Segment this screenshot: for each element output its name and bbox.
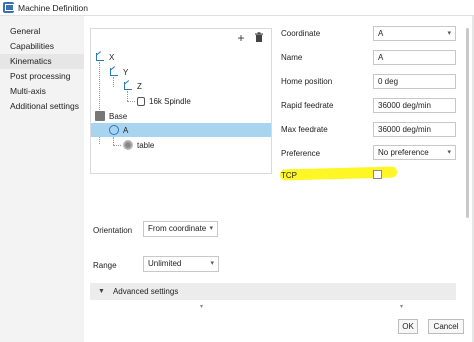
sidebar-item-post-processing[interactable]: Post processing [0,69,84,84]
collapse-triangle-icon: ▼ [98,288,105,295]
axis-icon [109,67,119,77]
max-feedrate-label: Max feedrate [281,125,328,134]
name-label: Name [281,53,303,62]
rotary-axis-icon [109,125,119,135]
rapid-feedrate-label: Rapid feedrate [281,101,334,110]
kinematics-tree: + X Y Z 16k Spindle Base A table [90,28,272,174]
chevron-down-icon: ▾ [447,30,451,37]
tree-node-label: 16k Spindle [149,96,191,106]
rapid-feedrate-field[interactable]: 36000 deg/min [373,98,456,113]
ok-button[interactable]: OK [398,319,418,334]
add-icon[interactable]: + [235,32,247,44]
tree-node-table[interactable]: table [91,138,271,152]
chevron-down-icon: ▾ [200,304,204,310]
tree-node-label: Z [137,81,142,91]
sidebar-item-kinematics[interactable]: Kinematics [0,54,84,69]
app-icon [3,2,14,13]
tree-node-spindle[interactable]: 16k Spindle [91,94,271,108]
home-position-field[interactable]: 0 deg [373,74,456,89]
tree-node-label: Base [109,111,128,121]
delete-icon[interactable] [253,32,265,44]
tree-node-label: X [109,52,115,62]
tree-node-label: A [123,125,129,135]
home-position-label: Home position [281,77,333,86]
sidebar-item-additional-settings[interactable]: Additional settings [0,99,84,114]
axis-icon [95,52,105,62]
tree-node-x[interactable]: X [91,50,271,64]
orientation-value: From coordinate [148,224,207,233]
tcp-label: TCP [281,171,297,180]
chevron-down-icon: ▾ [447,149,451,156]
preference-label: Preference [281,149,321,158]
range-label: Range [93,261,117,270]
window-title: Machine Definition [18,2,88,13]
sidebar: General Capabilities Kinematics Post pro… [0,16,84,342]
base-icon [95,111,105,121]
table-icon [123,140,133,150]
tree-toolbar: + [235,32,265,44]
preference-value: No preference [378,148,429,157]
tree-node-z[interactable]: Z [91,79,271,93]
range-select[interactable]: Unlimited ▾ [143,256,219,272]
orientation-select[interactable]: From coordinate ▾ [143,221,218,237]
preference-select[interactable]: No preference ▾ [373,145,456,160]
axis-icon [123,81,133,91]
range-value: Unlimited [148,259,182,268]
tree-node-label: Y [123,67,129,77]
sidebar-item-multi-axis[interactable]: Multi-axis [0,84,84,99]
cancel-button[interactable]: Cancel [428,319,464,334]
title-bar: Machine Definition [0,0,474,16]
tree-node-y[interactable]: Y [91,65,271,79]
max-feedrate-field[interactable]: 36000 deg/min [373,122,456,137]
coordinate-label: Coordinate [281,29,321,38]
scrollbar[interactable] [466,28,469,218]
tree-node-base[interactable]: Base [91,109,271,123]
sidebar-item-general[interactable]: General [0,24,84,39]
spindle-icon [137,96,145,106]
sidebar-item-capabilities[interactable]: Capabilities [0,39,84,54]
orientation-label: Orientation [93,226,133,235]
tree-node-a[interactable]: A [91,123,271,137]
name-field[interactable]: A [373,50,456,65]
chevron-down-icon: ▾ [209,225,213,232]
coordinate-value: A [378,29,384,38]
chevron-down-icon: ▾ [210,260,214,267]
coordinate-select[interactable]: A ▾ [373,26,456,41]
advanced-settings-label: Advanced settings [112,287,179,296]
tcp-checkbox[interactable] [373,170,382,179]
advanced-settings-header[interactable]: ▼ Advanced settings [90,283,456,300]
tree-node-label: table [137,140,155,150]
chevron-down-icon: ▾ [400,304,404,310]
